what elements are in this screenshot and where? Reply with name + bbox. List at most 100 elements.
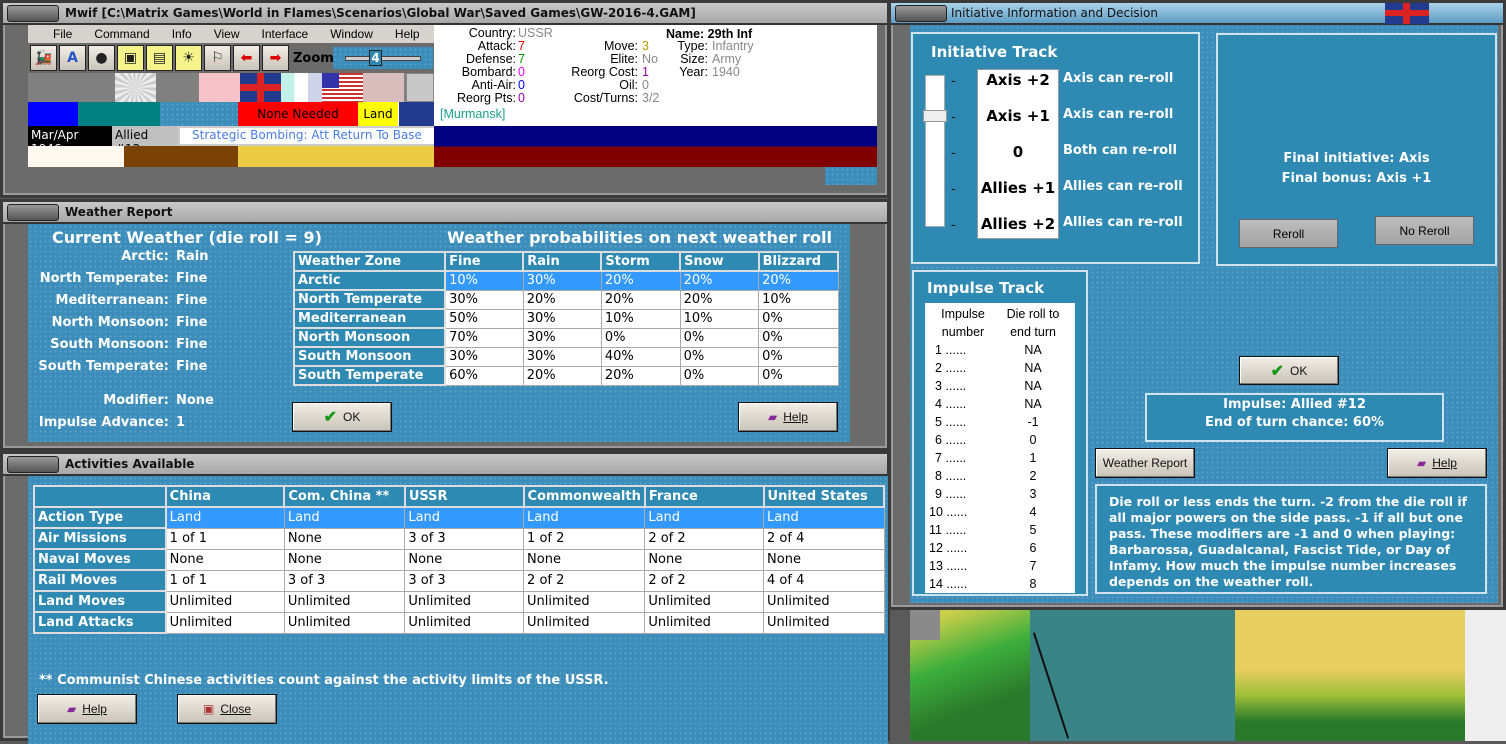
- table-cell: Land: [165, 506, 285, 529]
- weather-ok-button[interactable]: ✔ OK: [292, 402, 392, 432]
- table-row[interactable]: Arctic 10% 30% 20% 20% 20%: [292, 270, 839, 291]
- weather-report-button[interactable]: Weather Report: [1095, 448, 1195, 478]
- modifier-label: Modifier:: [103, 393, 169, 408]
- impulse-die-roll: NA: [1024, 361, 1042, 375]
- table-row[interactable]: Rail Moves 1 of 13 of 33 of 32 of 22 of 2…: [33, 569, 885, 592]
- table-cell: 70%: [444, 327, 524, 348]
- explanation-text: Die roll or less ends the turn. -2 from …: [1109, 494, 1468, 589]
- column-header: [33, 485, 167, 508]
- initiative-ok-button[interactable]: ✔ OK: [1239, 356, 1339, 385]
- neutral-icon[interactable]: [406, 73, 434, 102]
- table-cell: North Temperate: [292, 289, 447, 310]
- table-row[interactable]: South Temperate 60% 20% 20% 0% 0%: [292, 365, 839, 386]
- menu-file[interactable]: File: [53, 27, 72, 41]
- table-cell: Land: [523, 506, 646, 529]
- reroll-button[interactable]: Reroll: [1239, 219, 1338, 248]
- flag-icon[interactable]: ⚐: [204, 45, 231, 71]
- land-indicator: Land: [358, 102, 398, 126]
- impulse-number: 9 ......: [935, 487, 967, 501]
- menu-view[interactable]: View: [214, 27, 240, 41]
- japan-flag-icon[interactable]: [115, 73, 156, 102]
- window-menu-button[interactable]: [7, 5, 59, 22]
- table-row[interactable]: Land Attacks Unlimited Unlimited Unlimited U…: [33, 611, 885, 634]
- initiative-help-button[interactable]: ▰ Help: [1387, 448, 1487, 478]
- zoom-slider[interactable]: 4: [333, 47, 433, 69]
- impulse-advance-value: 1: [176, 415, 186, 430]
- uk-flag-icon[interactable]: [240, 73, 281, 102]
- activities-help-button[interactable]: ▰ Help: [37, 694, 137, 724]
- table-cell: 2 of 2: [523, 569, 646, 592]
- uk-flag-icon: [398, 102, 436, 126]
- unit-icon[interactable]: ▣: [117, 45, 144, 71]
- window-menu-button[interactable]: [7, 456, 59, 473]
- table-row[interactable]: Land Moves Unlimited Unlimited Unlimited Unl…: [33, 590, 885, 613]
- column-header: USSR: [403, 485, 525, 508]
- activities-window: Activities Available China Com. China ** U…: [0, 451, 890, 744]
- counter-icon[interactable]: ▤: [146, 45, 173, 71]
- column-header: Rain: [522, 251, 603, 272]
- zoom-thumb[interactable]: 4: [369, 50, 382, 66]
- weather-report-window: Weather Report Current Weather (die roll…: [0, 199, 890, 451]
- checkmark-icon: ✔: [1270, 362, 1285, 380]
- year-value: 1940: [712, 65, 740, 79]
- impulse-die-roll: 4: [1029, 505, 1037, 519]
- slider-thumb[interactable]: [923, 110, 947, 122]
- phase-field: Strategic Bombing: Att Return To Base: [178, 126, 436, 146]
- no-reroll-button[interactable]: No Reroll: [1375, 216, 1474, 245]
- menu-info[interactable]: Info: [172, 27, 192, 41]
- ok-label: OK: [1290, 363, 1308, 378]
- table-cell: 0%: [679, 346, 760, 367]
- track-tick: -: [951, 146, 956, 161]
- menu-help[interactable]: Help: [395, 27, 420, 41]
- table-cell: 60%: [444, 365, 524, 386]
- help-label: Help: [82, 702, 107, 716]
- impulse-status: Impulse: Allied #12: [1223, 397, 1366, 412]
- table-cell: South Temperate: [292, 365, 447, 386]
- table-row[interactable]: Action Type Land Land Land Land Land Land: [33, 506, 885, 529]
- window-menu-button[interactable]: [7, 204, 59, 221]
- china-flag-icon[interactable]: [199, 73, 240, 102]
- activities-close-button[interactable]: ▣ Close: [177, 694, 277, 724]
- table-cell: Mediterranean: [292, 308, 447, 329]
- usa-flag-icon[interactable]: [322, 73, 363, 102]
- table-row[interactable]: South Monsoon 30% 30% 40% 0% 0%: [292, 346, 839, 367]
- window-menu-button[interactable]: [895, 5, 947, 22]
- arrow-right-icon[interactable]: ➡: [262, 45, 289, 71]
- main-title-bar[interactable]: Mwif [C:\Matrix Games\World in Flames\Sc…: [3, 3, 887, 25]
- checkmark-icon: ✔: [323, 409, 338, 426]
- unit-stats-col2: Move: Elite: Reorg Cost: Oil: Cost/Turns:: [544, 40, 638, 105]
- table-row[interactable]: Air Missions 1 of 1 None 3 of 31 of 22 of 2…: [33, 527, 885, 550]
- unit-stats-col3: Type: Size: Year:: [664, 40, 708, 79]
- france-flag-icon[interactable]: [281, 73, 322, 102]
- table-cell: 10%: [444, 270, 524, 291]
- table-row[interactable]: Naval Moves None None None None None None: [33, 548, 885, 571]
- train-icon[interactable]: 🚂: [30, 45, 57, 71]
- track-tick: -: [951, 110, 956, 125]
- current-zone-label: South Temperate:: [38, 359, 169, 374]
- table-cell: 30%: [444, 289, 524, 310]
- sun-icon[interactable]: ☀: [175, 45, 202, 71]
- table-row[interactable]: North Monsoon 70% 30% 0% 0% 0%: [292, 327, 839, 348]
- initiative-track-heading: Initiative Track: [931, 43, 1058, 61]
- font-icon[interactable]: A: [59, 45, 86, 71]
- table-row[interactable]: North Temperate 30% 20% 20% 20% 10%: [292, 289, 839, 310]
- menu-interface[interactable]: Interface: [262, 27, 309, 41]
- table-row[interactable]: Mediterranean 50% 30% 10% 10% 0%: [292, 308, 839, 329]
- menu-bar: File Command Info View Interface Window Help: [28, 25, 436, 43]
- world-map[interactable]: [910, 610, 1506, 741]
- menu-command[interactable]: Command: [94, 27, 149, 41]
- weather-title-bar[interactable]: Weather Report: [3, 202, 887, 224]
- column-header: Com. China **: [283, 485, 406, 508]
- menu-window[interactable]: Window: [330, 27, 373, 41]
- weather-help-button[interactable]: ▰ Help: [738, 402, 838, 432]
- activities-title-bar[interactable]: Activities Available: [3, 454, 887, 476]
- initiative-title-bar[interactable]: Initiative Information and Decision: [891, 3, 1503, 25]
- probabilities-heading: Weather probabilities on next weather ro…: [447, 228, 833, 247]
- final-bonus: Final bonus: Axis +1: [1281, 171, 1432, 186]
- gear-icon[interactable]: ●: [88, 45, 115, 71]
- impulse-label: Allied #12: [112, 126, 178, 156]
- arrow-left-icon[interactable]: ⬅: [233, 45, 260, 71]
- current-zone-label: North Monsoon:: [51, 315, 169, 330]
- initiative-slider[interactable]: [923, 75, 947, 227]
- ussr-flag-icon[interactable]: [363, 73, 404, 102]
